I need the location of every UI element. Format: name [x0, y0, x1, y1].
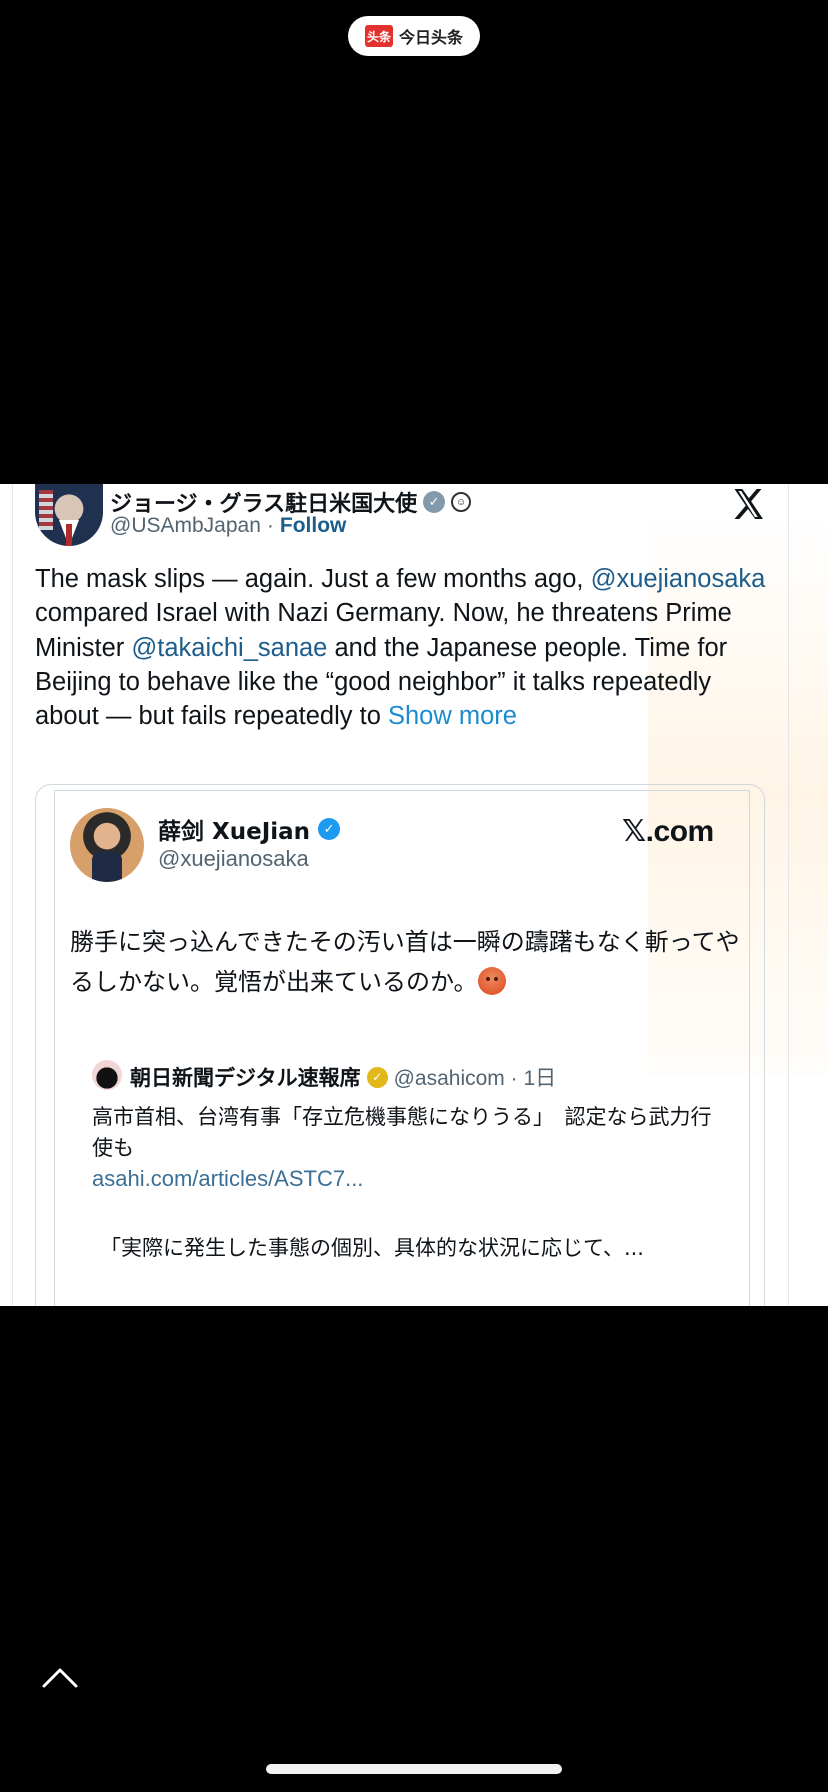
article-link[interactable]: asahi.com/articles/ASTC7...: [92, 1166, 363, 1192]
quote-author-handle[interactable]: @xuejianosaka: [158, 846, 309, 872]
quote-clip: 薛剑 XueJian ✓ @xuejianosaka 𝕏.com 勝手に突っ込ん…: [0, 0, 828, 1306]
verified-org-badge-icon: ✓: [366, 1066, 388, 1088]
nested-handle-time: @asahicom · 1日: [393, 1067, 557, 1090]
quote-author-name[interactable]: 薛剑 XueJian: [158, 812, 310, 846]
nested-author-name[interactable]: 朝日新聞デジタル速報席: [130, 1062, 361, 1092]
home-indicator[interactable]: [266, 1764, 562, 1774]
quote-avatar[interactable]: [70, 808, 144, 882]
quote-body: 勝手に突っ込んできたその汚い首は一瞬の躊躇もなく斬ってやるしかない。覚悟が出来て…: [70, 922, 750, 1002]
verified-badge-icon: ✓: [318, 818, 341, 840]
nested-body: 高市首相、台湾有事「存立危機事態になりうる」 認定なら武力行使も: [92, 1105, 712, 1160]
article-excerpt: 「実際に発生した事態の個別、具体的な状況に応じて、...: [100, 1236, 644, 1260]
quote-text: 勝手に突っ込んできたその汚い首は一瞬の躊躇もなく斬ってやるしかない。覚悟が出来て…: [70, 928, 740, 996]
quote-name-row: 薛剑 XueJian ✓: [158, 812, 341, 846]
angry-face-icon: [477, 967, 506, 995]
nested-header: 朝日新聞デジタル速報席 ✓ @asahicom · 1日: [130, 1062, 556, 1092]
suit: [92, 852, 122, 882]
xcom-logo: 𝕏.com: [622, 815, 714, 848]
chevron-up-icon[interactable]: [40, 1662, 80, 1692]
nested-avatar[interactable]: [92, 1060, 122, 1090]
